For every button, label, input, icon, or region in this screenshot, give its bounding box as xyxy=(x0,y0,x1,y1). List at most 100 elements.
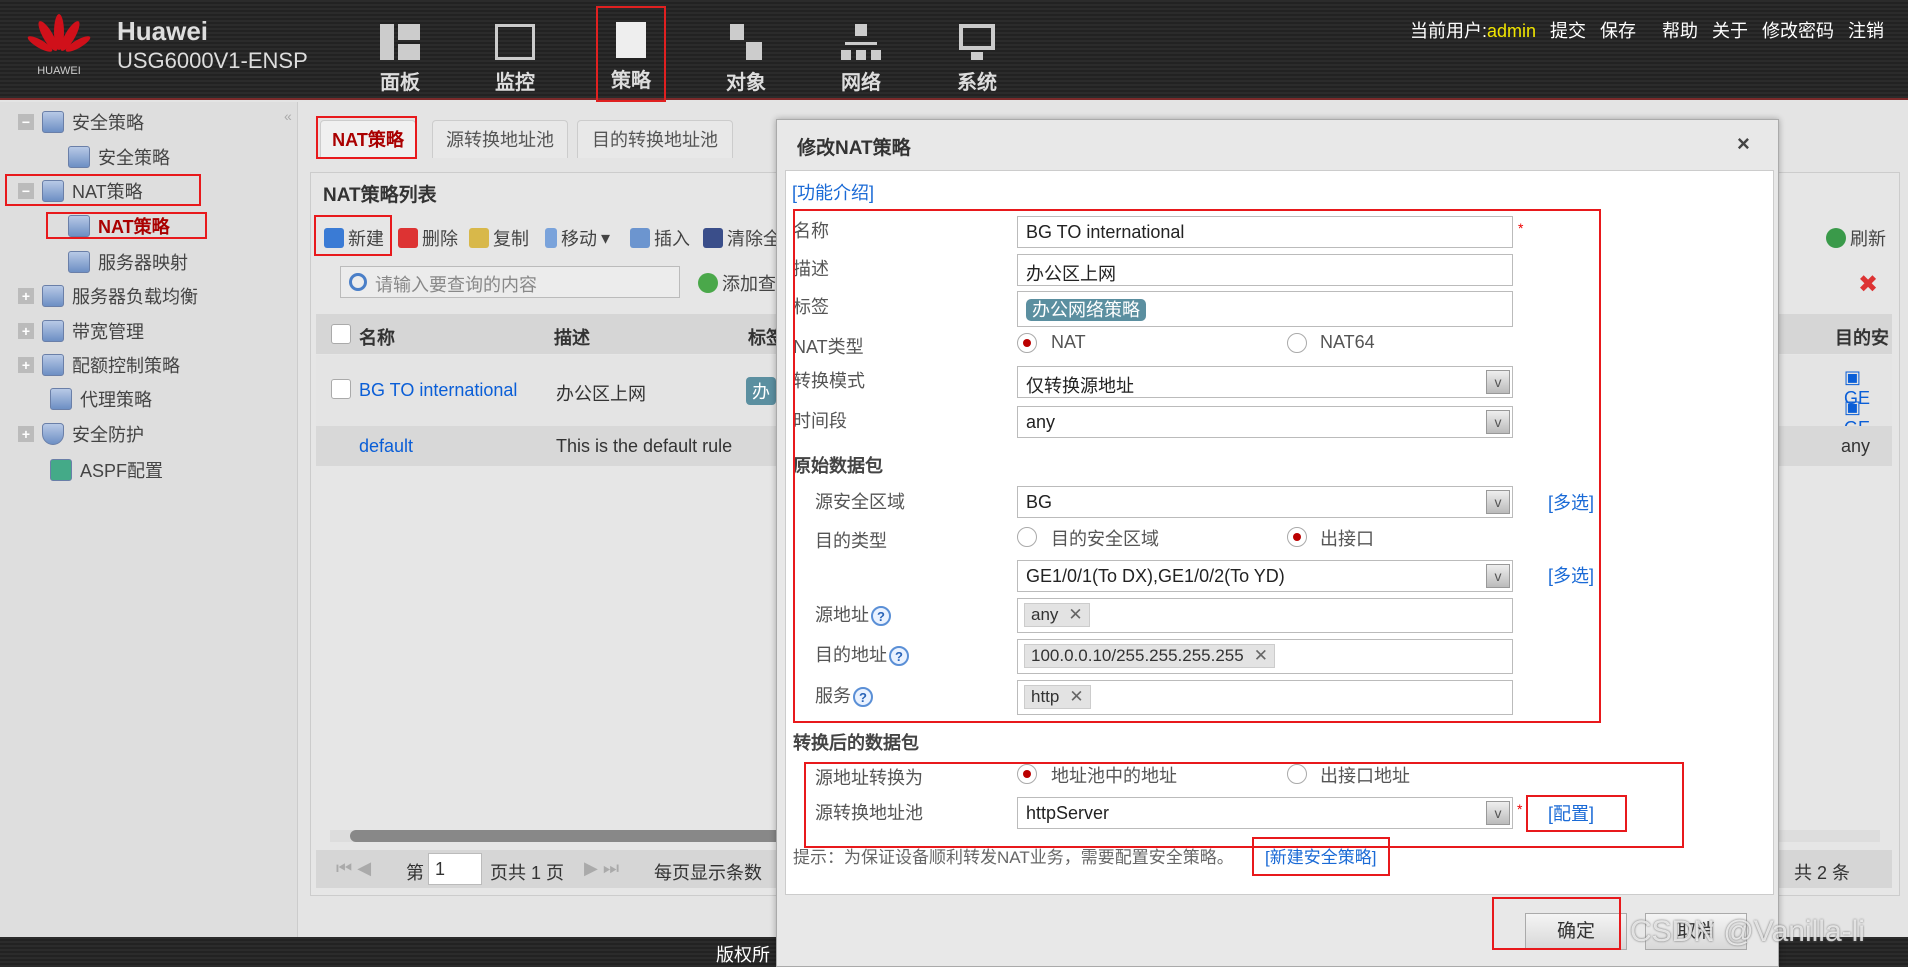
nat-type-nat-radio[interactable] xyxy=(1017,333,1037,353)
collapse-sidebar-icon[interactable]: « xyxy=(284,108,292,124)
nav-policy[interactable]: 策略 xyxy=(596,6,666,102)
page-input[interactable]: 1 xyxy=(428,853,482,885)
sidebar-item-security-policy-sub[interactable]: 安全策略 xyxy=(68,142,170,172)
source-address-input[interactable]: any ✕ xyxy=(1017,598,1513,633)
chevron-down-icon[interactable]: v xyxy=(1486,410,1510,434)
clear-icon xyxy=(703,228,723,248)
dest-address-input[interactable]: 100.0.0.10/255.255.255.255 ✕ xyxy=(1017,639,1513,674)
feature-intro-link[interactable]: [功能介绍] xyxy=(792,179,874,205)
add-query-button[interactable]: 添加查 xyxy=(698,270,776,296)
description-input[interactable]: 办公区上网 xyxy=(1017,254,1513,286)
chevron-down-icon[interactable]: v xyxy=(1486,801,1510,825)
sidebar-item-protection[interactable]: + 安全防护 xyxy=(18,419,144,449)
nav-object[interactable]: 对象 xyxy=(711,10,781,98)
expand-icon[interactable]: + xyxy=(18,323,34,339)
sidebar-item-server-lb[interactable]: + 服务器负载均衡 xyxy=(18,281,198,311)
help-icon[interactable]: ? xyxy=(871,606,891,626)
chevron-down-icon[interactable]: v xyxy=(1486,564,1510,588)
source-pool-select[interactable]: httpServer v xyxy=(1017,797,1513,829)
network-icon xyxy=(841,24,881,60)
pool-address-radio[interactable] xyxy=(1017,764,1037,784)
nat-type-nat64-radio[interactable] xyxy=(1287,333,1307,353)
row-checkbox[interactable] xyxy=(331,379,351,399)
help-link[interactable]: 帮助 xyxy=(1662,17,1698,43)
nav-system[interactable]: 系统 xyxy=(942,10,1012,98)
insert-button[interactable]: 插入 xyxy=(630,225,690,251)
sidebar-item-proxy[interactable]: 代理策略 xyxy=(50,384,152,414)
tab-source-pool[interactable]: 源转换地址池 xyxy=(432,120,568,158)
delete-button[interactable]: 删除 xyxy=(398,225,458,251)
sidebar-item-server-mapping[interactable]: 服务器映射 xyxy=(68,247,188,277)
tab-nat-policy[interactable]: NAT策略 xyxy=(320,120,416,158)
sidebar-item-aspf[interactable]: ASPF配置 xyxy=(50,455,163,485)
about-link[interactable]: 关于 xyxy=(1712,17,1748,43)
policy-icon xyxy=(42,111,64,133)
out-interface-select[interactable]: GE1/0/1(To DX),GE1/0/2(To YD) v xyxy=(1017,560,1513,592)
sidebar-item-quota[interactable]: + 配额控制策略 xyxy=(18,350,180,380)
clear-button[interactable]: 清除全 xyxy=(703,225,781,251)
multi-select-link[interactable]: [多选] xyxy=(1548,562,1594,588)
new-button[interactable]: 新建 xyxy=(324,225,384,251)
help-icon[interactable]: ? xyxy=(889,646,909,666)
tag-input[interactable]: 办公网络策略 xyxy=(1017,291,1513,327)
tag-chip: 办公网络策略 xyxy=(1026,299,1146,321)
object-icon xyxy=(726,24,766,60)
nat-icon xyxy=(42,180,64,202)
add-icon xyxy=(698,273,718,293)
search-icon xyxy=(349,273,367,291)
next-page-icon[interactable]: ▶ ⏭ xyxy=(584,858,619,879)
name-input[interactable]: BG TO international xyxy=(1017,216,1513,248)
clear-search-icon[interactable]: ✖ xyxy=(1858,270,1878,299)
search-input[interactable]: 请输入要查询的内容 xyxy=(340,266,680,298)
move-button[interactable]: 移动 ▾ xyxy=(545,225,610,251)
expand-icon[interactable]: + xyxy=(18,357,34,373)
dest-zone-radio[interactable] xyxy=(1017,527,1037,547)
save-link[interactable]: 保存 xyxy=(1600,17,1636,43)
change-password-link[interactable]: 修改密码 xyxy=(1762,17,1834,43)
out-interface-address-radio[interactable] xyxy=(1287,764,1307,784)
ok-button[interactable]: 确定 xyxy=(1525,913,1627,950)
panel-title: NAT策略列表 xyxy=(323,185,437,206)
collapse-icon[interactable]: − xyxy=(18,183,34,199)
time-range-select[interactable]: any v xyxy=(1017,406,1513,438)
sidebar-item-bandwidth[interactable]: + 带宽管理 xyxy=(18,316,144,346)
refresh-button[interactable]: 刷新 xyxy=(1826,225,1886,251)
service-input[interactable]: http ✕ xyxy=(1017,680,1513,715)
config-link[interactable]: [配置] xyxy=(1548,800,1594,826)
remove-icon[interactable]: ✕ xyxy=(1068,605,1082,624)
copy-button[interactable]: 复制 xyxy=(469,225,529,251)
expand-icon[interactable]: + xyxy=(18,426,34,442)
sidebar-item-nat-policy[interactable]: − NAT策略 xyxy=(18,176,143,206)
nav-network[interactable]: 网络 xyxy=(826,10,896,98)
chevron-down-icon[interactable]: v xyxy=(1486,490,1510,514)
first-page-icon[interactable]: ⏮ ◀ xyxy=(336,858,371,879)
source-zone-select[interactable]: BG v xyxy=(1017,486,1513,518)
conversion-mode-select[interactable]: 仅转换源地址 v xyxy=(1017,366,1513,398)
huawei-logo: HUAWEI xyxy=(27,14,91,77)
nav-dashboard[interactable]: 面板 xyxy=(365,10,435,98)
proxy-icon xyxy=(50,388,72,410)
server-mapping-icon xyxy=(68,251,90,273)
tab-dest-pool[interactable]: 目的转换地址池 xyxy=(577,120,733,158)
delete-icon xyxy=(398,228,418,248)
select-all-checkbox[interactable] xyxy=(331,324,351,344)
top-header: HUAWEI Huawei USG6000V1-ENSP 面板 监控 策略 对象… xyxy=(0,0,1908,102)
chevron-down-icon[interactable]: v xyxy=(1486,370,1510,394)
new-security-policy-link[interactable]: [新建安全策略] xyxy=(1265,843,1376,868)
help-icon[interactable]: ? xyxy=(853,687,873,707)
logout-link[interactable]: 注销 xyxy=(1848,17,1884,43)
sidebar-item-nat-policy-sub[interactable]: NAT策略 xyxy=(68,211,170,241)
nav-monitor[interactable]: 监控 xyxy=(480,10,550,98)
service-chip: http ✕ xyxy=(1024,685,1091,709)
sidebar-item-security-policy[interactable]: − 安全策略 xyxy=(18,107,144,137)
multi-select-link[interactable]: [多选] xyxy=(1548,489,1594,515)
quota-icon xyxy=(42,354,64,376)
expand-icon[interactable]: + xyxy=(18,288,34,304)
submit-link[interactable]: 提交 xyxy=(1550,17,1586,43)
collapse-icon[interactable]: − xyxy=(18,114,34,130)
remove-icon[interactable]: ✕ xyxy=(1254,646,1268,665)
out-interface-radio[interactable] xyxy=(1287,527,1307,547)
close-icon[interactable]: × xyxy=(1737,131,1750,157)
watermark: CSDN @Vanilla-li xyxy=(1630,915,1865,948)
remove-icon[interactable]: ✕ xyxy=(1069,687,1083,706)
